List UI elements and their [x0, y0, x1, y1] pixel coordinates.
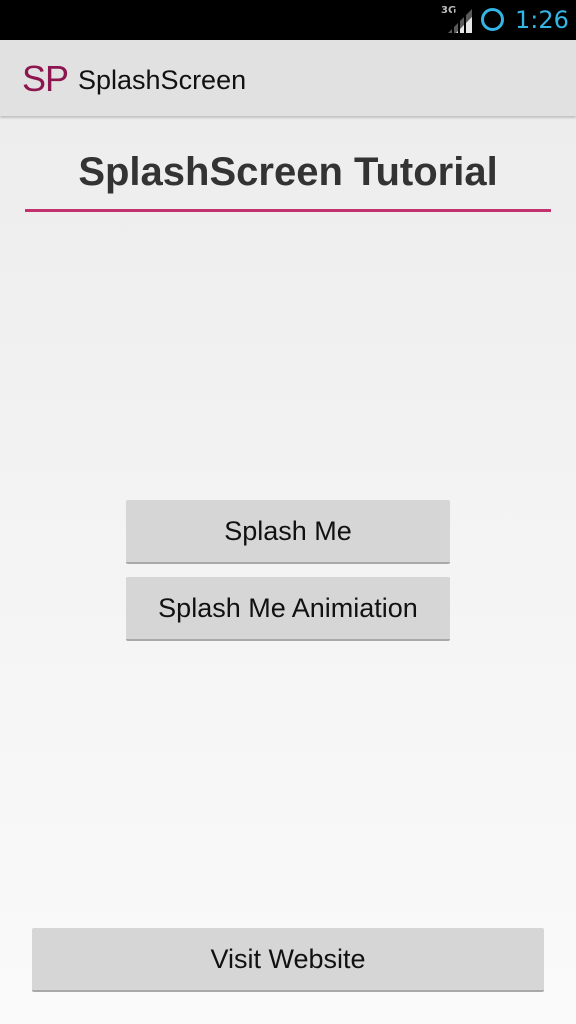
app-logo-icon[interactable]: SP [22, 57, 69, 101]
splash-me-animation-button[interactable]: Splash Me Animiation [126, 577, 450, 641]
status-bar: 3G 1:26 [0, 0, 576, 40]
page-heading: SplashScreen Tutorial [78, 150, 498, 194]
splash-me-button[interactable]: Splash Me [126, 500, 450, 564]
status-clock: 1:26 [515, 6, 569, 34]
visit-website-button[interactable]: Visit Website [32, 928, 544, 992]
heading-divider [25, 209, 551, 212]
app-title: SplashScreen [78, 65, 247, 95]
sync-icon [481, 8, 504, 31]
signal-strength-icon [448, 9, 472, 33]
